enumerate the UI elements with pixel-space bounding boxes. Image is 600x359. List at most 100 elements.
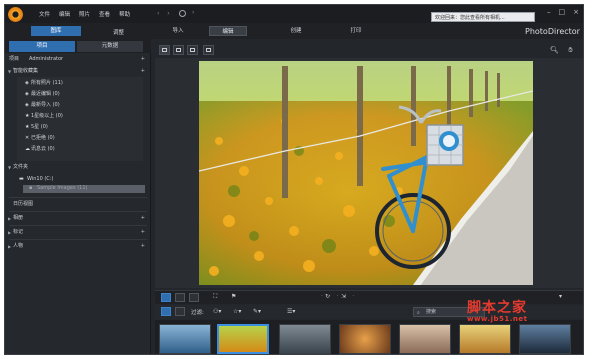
mode-tab-row: 图库 调整 导入 编辑 创建 打印 PhotoDirector	[5, 23, 583, 39]
filmstrip-control-bar: ⛶ ⚑ · · · · · ↻ ⇲ ▾	[155, 290, 583, 304]
tab-library[interactable]: 图库	[31, 26, 81, 36]
project-row[interactable]: 项目 Administrator +	[5, 55, 151, 64]
thumb-view-button[interactable]	[189, 293, 199, 302]
thumbnail[interactable]	[339, 324, 391, 354]
filmstrip	[155, 320, 583, 354]
edit-filter-icon[interactable]: ✎▾	[253, 308, 261, 315]
star-filter-icon[interactable]: ☆▾	[233, 308, 241, 315]
filmstrip-view-button[interactable]	[161, 293, 171, 302]
zoom-icon[interactable]: 🔍︎	[549, 45, 560, 55]
list-item[interactable]: ◈ 最近编辑 (0)	[25, 90, 145, 98]
filter-grid-button[interactable]	[161, 307, 171, 316]
drive-row[interactable]: ▬ Win10 (C:)	[5, 175, 151, 184]
expand-caret-icon: ▶	[8, 230, 12, 235]
back-forward-icon[interactable]: ‹ ›	[157, 10, 173, 17]
app-name: PhotoDirector	[525, 27, 580, 36]
divider	[9, 211, 147, 212]
add-tag-icon[interactable]: +	[141, 228, 145, 237]
dropdown-chevron-icon[interactable]: ▾	[559, 293, 562, 300]
expand-caret-icon: ▶	[8, 244, 12, 249]
list-item[interactable]: ◈ 最新导入 (0)	[25, 101, 145, 109]
app-logo-icon	[8, 7, 23, 22]
tab-project[interactable]: 项目	[9, 41, 75, 52]
list-item[interactable]: ★ 5星 (0)	[25, 123, 145, 131]
filter-label: 过滤:	[191, 310, 204, 316]
photo-viewer	[155, 58, 583, 288]
thumbnail[interactable]	[459, 324, 511, 354]
thumbnail[interactable]	[279, 324, 331, 354]
single-view-button[interactable]	[159, 45, 170, 55]
tags-section[interactable]: ▶ 标记 +	[5, 228, 151, 237]
menu-view[interactable]: 查看	[99, 10, 110, 18]
calendar-section[interactable]: 日历视图	[5, 200, 151, 209]
folder-icon: ▪	[29, 185, 33, 191]
sort-icon[interactable]: ☰▾	[287, 308, 295, 315]
tab-edit[interactable]: 编辑	[209, 26, 247, 36]
next-arrow-icon[interactable]: ›	[192, 9, 194, 16]
search-placeholder: 搜索	[426, 309, 437, 315]
albums-section[interactable]: ▶ 相册 +	[5, 214, 151, 223]
thumbnail[interactable]	[159, 324, 211, 354]
menu-photo[interactable]: 照片	[79, 10, 90, 18]
section-label: 标记	[13, 229, 24, 235]
rotate-icon[interactable]: ↻	[325, 293, 330, 300]
thumbnail-selected[interactable]	[217, 324, 269, 354]
search-input[interactable]: ⌕ 搜索	[413, 307, 485, 317]
minimize-icon[interactable]: –	[547, 8, 551, 16]
maximize-icon[interactable]: □	[559, 8, 566, 16]
title-bar: 文件 编辑 照片 查看 帮助 ‹ › › 欢迎回来：您此查看所有相机... – …	[5, 5, 583, 23]
search-icon: ⌕	[417, 310, 420, 316]
list-item[interactable]: ★ 1星级以上 (0)	[25, 112, 145, 120]
tab-metadata[interactable]: 元数据	[77, 41, 143, 52]
thumbnail[interactable]	[399, 324, 451, 354]
home-circle-icon[interactable]	[179, 10, 186, 17]
tab-create[interactable]: 创建	[281, 26, 311, 36]
bicycle-photo-image	[199, 61, 533, 285]
filter-list-button[interactable]	[175, 307, 185, 316]
filter-bar: 过滤: ⚇▾ ☆▾ ✎▾ ☰▾ ⌕ 搜索	[155, 305, 583, 319]
compare-view-button[interactable]	[173, 45, 184, 55]
tab-adjust[interactable]: 调整	[113, 28, 124, 36]
grid-view-button[interactable]	[187, 45, 198, 55]
export-icon[interactable]: ⇲	[341, 293, 346, 300]
window-controls: – □ ×	[547, 8, 579, 16]
people-icon[interactable]: ⛶	[213, 293, 217, 301]
expand-caret-icon: ▼	[8, 69, 12, 74]
menu-help[interactable]: 帮助	[119, 10, 130, 18]
project-label: 项目	[9, 56, 20, 62]
add-album-icon[interactable]: +	[141, 214, 145, 223]
user-name: Administrator	[29, 56, 64, 62]
expand-caret-icon: ▶	[8, 216, 12, 221]
menu-bar: 文件 编辑 照片 查看 帮助	[39, 10, 130, 18]
folders-label: 文件夹	[13, 164, 29, 170]
folder-row[interactable]: ▪ Sample Images (11)	[5, 184, 151, 193]
add-collection-icon[interactable]: +	[141, 67, 145, 76]
second-display-button[interactable]	[203, 45, 214, 55]
expand-caret-icon: ▼	[8, 165, 12, 170]
add-person-icon[interactable]: +	[141, 242, 145, 251]
view-toolbar: 🔍︎ ✋︎	[155, 43, 583, 58]
folders-header[interactable]: ▼ 文件夹	[5, 163, 151, 172]
folder-label: Sample Images (11)	[37, 185, 88, 191]
tab-print[interactable]: 打印	[341, 26, 371, 36]
people-filter-icon[interactable]: ⚇▾	[213, 308, 221, 315]
tab-import[interactable]: 导入	[163, 26, 193, 36]
left-panel-tabs: 项目 元数据	[5, 39, 151, 53]
app-window: 文件 编辑 照片 查看 帮助 ‹ › › 欢迎回来：您此查看所有相机... – …	[4, 4, 584, 355]
close-icon[interactable]: ×	[573, 8, 579, 16]
notification-bar[interactable]: 欢迎回来：您此查看所有相机...	[431, 12, 535, 22]
menu-edit[interactable]: 编辑	[59, 10, 70, 18]
people-section[interactable]: ▶ 人物 +	[5, 242, 151, 251]
list-item[interactable]: ◈ 所有照片 (11)	[25, 79, 145, 87]
main-photo[interactable]	[199, 61, 533, 285]
menu-file[interactable]: 文件	[39, 10, 50, 18]
flag-icon[interactable]: ⚑	[231, 293, 236, 300]
thumbnail[interactable]	[519, 324, 571, 354]
drive-label: Win10 (C:)	[27, 176, 54, 182]
list-item[interactable]: ✕ 已拒绝 (0)	[25, 134, 145, 142]
list-item[interactable]: ☁讯息云 (0)	[25, 145, 145, 153]
smart-collections-header[interactable]: ▼ 智能收藏集 +	[5, 67, 151, 76]
list-view-button[interactable]	[175, 293, 185, 302]
add-project-icon[interactable]: +	[141, 55, 145, 64]
pan-hand-icon[interactable]: ✋︎	[565, 45, 576, 55]
